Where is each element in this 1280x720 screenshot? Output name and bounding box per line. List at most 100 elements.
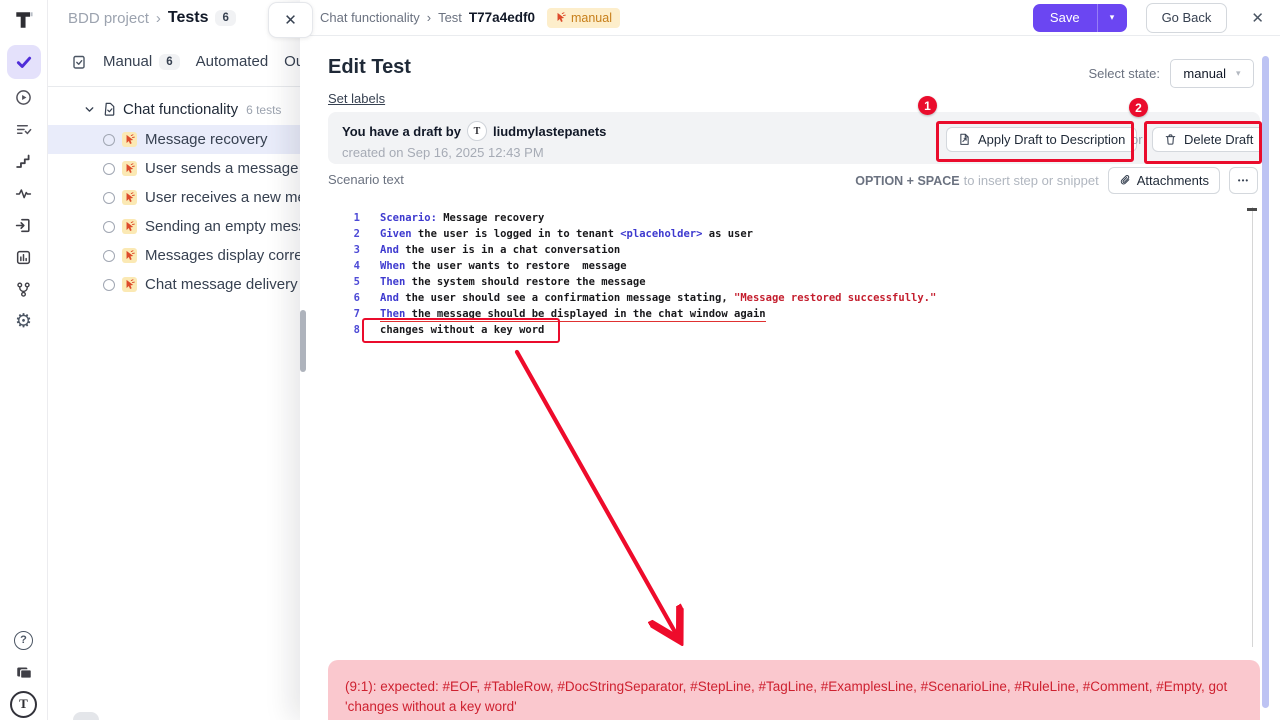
- state-select[interactable]: manual ▾: [1170, 59, 1254, 88]
- test-id: T77a4edf0: [469, 10, 535, 25]
- chevron-down-icon: ▾: [1236, 68, 1241, 79]
- save-button-group: Save ▾: [1033, 4, 1127, 32]
- code-line: 7 Then the message should be displayed i…: [328, 306, 1256, 322]
- suite-chat-functionality[interactable]: Chat functionality 6 tests: [83, 101, 281, 118]
- close-icon: ✕: [1251, 10, 1264, 27]
- manual-test-icon: [122, 277, 137, 292]
- code-line: 8 changes without a key word: [328, 322, 1256, 338]
- sidebar-item-reports[interactable]: [7, 241, 41, 273]
- manual-cursor-icon: [555, 12, 566, 23]
- sidebar-item-tests[interactable]: [7, 45, 41, 79]
- page-title: Edit Test: [328, 56, 411, 79]
- modal-close-button[interactable]: ✕: [1251, 9, 1264, 27]
- tab-automated[interactable]: Automated: [196, 53, 269, 70]
- help-button[interactable]: ?: [7, 624, 41, 656]
- gear-icon: ⚙: [15, 312, 32, 331]
- folders-icon: [15, 663, 33, 681]
- test-row[interactable]: User receives a new messa: [47, 183, 300, 212]
- panel-close-button[interactable]: ✕: [268, 2, 313, 38]
- tree-scrollbar-thumb[interactable]: [300, 310, 306, 372]
- attachments-button[interactable]: Attachments: [1108, 167, 1220, 194]
- sidebar-item-runs[interactable]: [7, 81, 41, 113]
- draft-author: liudmylastepanets: [493, 124, 606, 139]
- draft-author-avatar: T: [467, 121, 487, 141]
- modal-body: Edit Test Select state: manual ▾ Set lab…: [300, 36, 1280, 720]
- status-circle-icon[interactable]: [103, 192, 115, 204]
- gherkin-error-banner: (9:1): expected: #EOF, #TableRow, #DocSt…: [328, 660, 1260, 720]
- test-row[interactable]: Sending an empty message: [47, 212, 300, 241]
- tab-manual[interactable]: Manual 6: [103, 53, 180, 70]
- divider: [47, 86, 300, 87]
- avatar: T: [10, 691, 37, 718]
- projects-button[interactable]: [7, 656, 41, 688]
- more-options-button[interactable]: •••: [1229, 167, 1258, 194]
- manual-test-icon: [122, 132, 137, 147]
- import-icon: [15, 217, 32, 234]
- tests-panel: BDD project › Tests 6 Manual 6 Automated…: [47, 0, 300, 720]
- manual-test-icon: [122, 161, 137, 176]
- test-label: Test: [438, 10, 462, 25]
- scenario-editor[interactable]: 1 Scenario: Message recovery 2 Given the…: [328, 206, 1256, 654]
- check-icon: [15, 53, 33, 71]
- app-rail: ⚙ ? T: [0, 0, 48, 720]
- bottom-pill: [73, 712, 99, 720]
- status-circle-icon[interactable]: [103, 163, 115, 175]
- save-button[interactable]: Save: [1033, 4, 1097, 32]
- go-back-button[interactable]: Go Back: [1146, 3, 1228, 33]
- modal-scrollbar[interactable]: [1262, 56, 1269, 708]
- sidebar-item-steps[interactable]: [7, 145, 41, 177]
- save-dropdown-button[interactable]: ▾: [1097, 4, 1127, 32]
- manual-test-icon: [122, 248, 137, 263]
- test-row[interactable]: Chat message delivery stat: [47, 270, 300, 299]
- select-all-icon[interactable]: [71, 54, 87, 70]
- breadcrumb: BDD project › Tests 6: [68, 9, 236, 27]
- tab-outdated[interactable]: Out: [284, 53, 300, 70]
- chevron-down-icon[interactable]: [83, 103, 96, 116]
- status-circle-icon[interactable]: [103, 134, 115, 146]
- paperclip-icon: [1119, 174, 1131, 187]
- profile-avatar[interactable]: T: [7, 688, 41, 720]
- suite-name: Chat functionality: [123, 101, 238, 118]
- editor-scrollbar-track[interactable]: [1252, 207, 1253, 647]
- tests-tabs: Manual 6 Automated Out: [71, 53, 300, 70]
- scenario-tools: OPTION + SPACEto insert step or snippet …: [855, 167, 1258, 194]
- help-icon: ?: [14, 631, 33, 650]
- code-line: 2 Given the user is logged in to tenant …: [328, 226, 1256, 242]
- code-line: 6 And the user should see a confirmation…: [328, 290, 1256, 306]
- sidebar-item-settings[interactable]: ⚙: [7, 305, 41, 337]
- sidebar-item-branches[interactable]: [7, 273, 41, 305]
- sidebar-item-plans[interactable]: [7, 113, 41, 145]
- test-list: Message recovery User sends a message su…: [47, 125, 300, 299]
- chevron-down-icon: ▾: [1110, 12, 1115, 23]
- draft-prefix: You have a draft by: [342, 124, 461, 139]
- breadcrumb-project[interactable]: BDD project: [68, 10, 149, 27]
- code-line: 3 And the user is in a chat conversation: [328, 242, 1256, 258]
- apply-draft-button[interactable]: Apply Draft to Description: [946, 127, 1137, 152]
- pulse-icon: [15, 185, 32, 202]
- status-circle-icon[interactable]: [103, 221, 115, 233]
- close-icon: ✕: [284, 11, 297, 29]
- select-state-row: Select state: manual ▾: [1088, 59, 1254, 88]
- test-row[interactable]: User sends a message succ: [47, 154, 300, 183]
- test-row[interactable]: Messages display correct ti: [47, 241, 300, 270]
- set-labels-link[interactable]: Set labels: [328, 91, 385, 106]
- editor-scrollbar-thumb[interactable]: [1247, 208, 1257, 211]
- shortcut-hint: OPTION + SPACE: [855, 174, 959, 188]
- manual-count-badge: 6: [159, 54, 179, 70]
- sidebar-item-import[interactable]: [7, 209, 41, 241]
- play-circle-icon: [15, 89, 32, 106]
- code-line: 1 Scenario: Message recovery: [328, 210, 1256, 226]
- edit-test-modal: Chat functionality › Test T77a4edf0 manu…: [300, 0, 1280, 720]
- status-circle-icon[interactable]: [103, 250, 115, 262]
- delete-draft-button[interactable]: Delete Draft: [1152, 127, 1265, 152]
- app-logo-icon[interactable]: [11, 7, 37, 33]
- breadcrumb-current: Tests: [168, 9, 209, 27]
- trash-icon: [1164, 133, 1177, 146]
- status-circle-icon[interactable]: [103, 279, 115, 291]
- sidebar-item-pulse[interactable]: [7, 177, 41, 209]
- test-row-message-recovery[interactable]: Message recovery: [47, 125, 300, 154]
- scenario-text-label: Scenario text: [328, 172, 404, 187]
- manual-state-badge: manual: [547, 8, 620, 28]
- code-line: 5 Then the system should restore the mes…: [328, 274, 1256, 290]
- modal-breadcrumb-folder[interactable]: Chat functionality: [320, 10, 420, 25]
